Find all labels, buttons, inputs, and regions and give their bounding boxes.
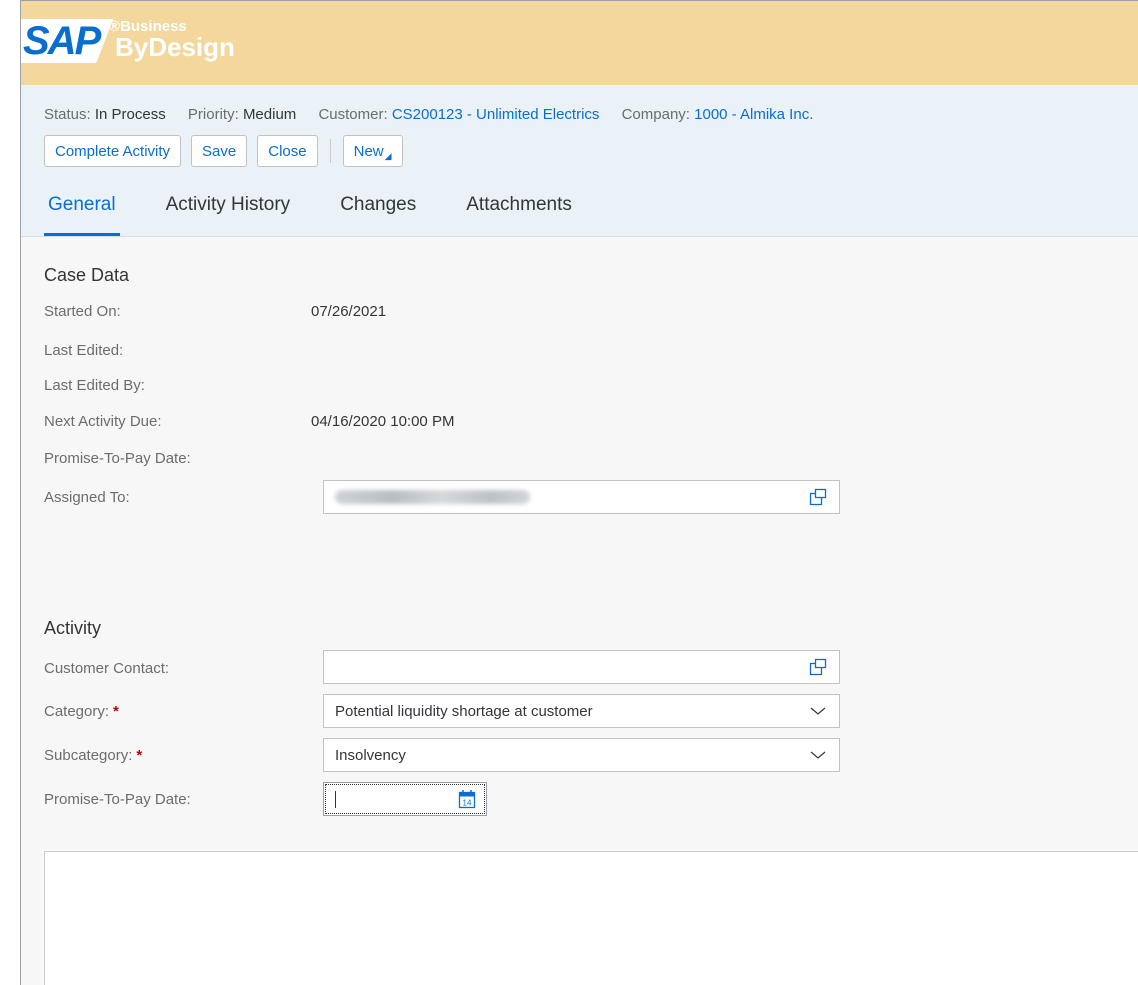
started-on-label: Started On: [44,303,121,320]
calendar-day-text: 14 [463,799,472,808]
required-indicator: * [113,703,119,720]
tab-changes[interactable]: Changes [336,189,420,236]
required-indicator: * [136,747,143,764]
company-label: Company: [621,106,690,123]
save-button[interactable]: Save [191,135,248,167]
status-value: In Process [94,106,166,123]
category-select[interactable]: Potential liquidity shortage at customer [323,694,840,728]
value-help-icon[interactable] [809,488,827,506]
category-label: Category: * [44,703,119,720]
app-window: SAP ®Business ByDesign Status: In Proces… [20,0,1138,985]
priority-value: Medium [242,106,297,123]
started-on-value: 07/26/2021 [311,303,387,320]
next-activity-due-label: Next Activity Due: [44,413,162,430]
complete-activity-button[interactable]: Complete Activity [44,135,182,167]
status-label: Status: [44,106,91,123]
activity-title: Activity [44,618,102,638]
category-value: Potential liquidity shortage at customer [335,702,593,720]
assigned-to-input[interactable] [323,480,840,514]
toolbar: Complete Activity Save Close New ◢ [44,135,413,167]
subcategory-label: Subcategory: * [44,747,142,764]
company-link[interactable]: 1000 - Almika Inc. [694,106,813,123]
activity-promise-to-pay-label: Promise-To-Pay Date: [44,791,191,808]
calendar-icon[interactable]: 14 [458,789,476,809]
case-data-title: Case Data [44,265,130,285]
redacted-assignee-name [335,490,530,504]
subcategory-value: Insolvency [335,746,406,764]
last-edited-label: Last Edited: [44,342,124,359]
tab-activity-history[interactable]: Activity History [162,189,295,236]
sap-bydesign-logo: SAP ®Business ByDesign [21,19,239,69]
next-activity-due-value: 04/16/2020 10:00 PM [311,413,455,430]
new-button[interactable]: New ◢ [342,135,403,167]
subcategory-select[interactable]: Insolvency [323,738,840,772]
logo-bydesign-text: ByDesign [115,32,235,62]
case-promise-to-pay-label: Promise-To-Pay Date: [44,450,191,467]
chevron-down-icon[interactable] [809,702,827,720]
new-button-label: New [353,142,384,160]
chevron-down-icon[interactable] [809,746,827,764]
last-edited-by-label: Last Edited By: [44,377,145,394]
logo-sap-text: SAP [21,19,114,63]
tab-attachments[interactable]: Attachments [462,189,576,236]
customer-label: Customer: [318,106,388,123]
customer-contact-label: Customer Contact: [44,660,170,677]
brand-header: SAP ®Business ByDesign [21,1,1138,85]
value-help-icon[interactable] [809,658,827,676]
customer-link[interactable]: CS200123 - Unlimited Electrics [392,106,600,123]
customer-contact-input[interactable] [323,650,840,684]
promise-to-pay-date-input[interactable]: 14 [323,782,487,816]
notes-textarea[interactable] [44,851,1138,985]
subcategory-label-text: Subcategory: [44,747,133,764]
category-label-text: Category: [44,703,110,720]
toolbar-separator [329,139,331,163]
tab-general[interactable]: General [44,189,120,236]
text-cursor [335,791,336,808]
status-line: Status: In Process Priority: Medium Cust… [44,106,831,123]
priority-label: Priority: [187,106,239,123]
close-button[interactable]: Close [257,135,318,167]
tab-bar: General Activity History Changes Attachm… [44,189,618,237]
assigned-to-label: Assigned To: [44,489,130,506]
menu-indicator-icon: ◢ [384,150,392,161]
